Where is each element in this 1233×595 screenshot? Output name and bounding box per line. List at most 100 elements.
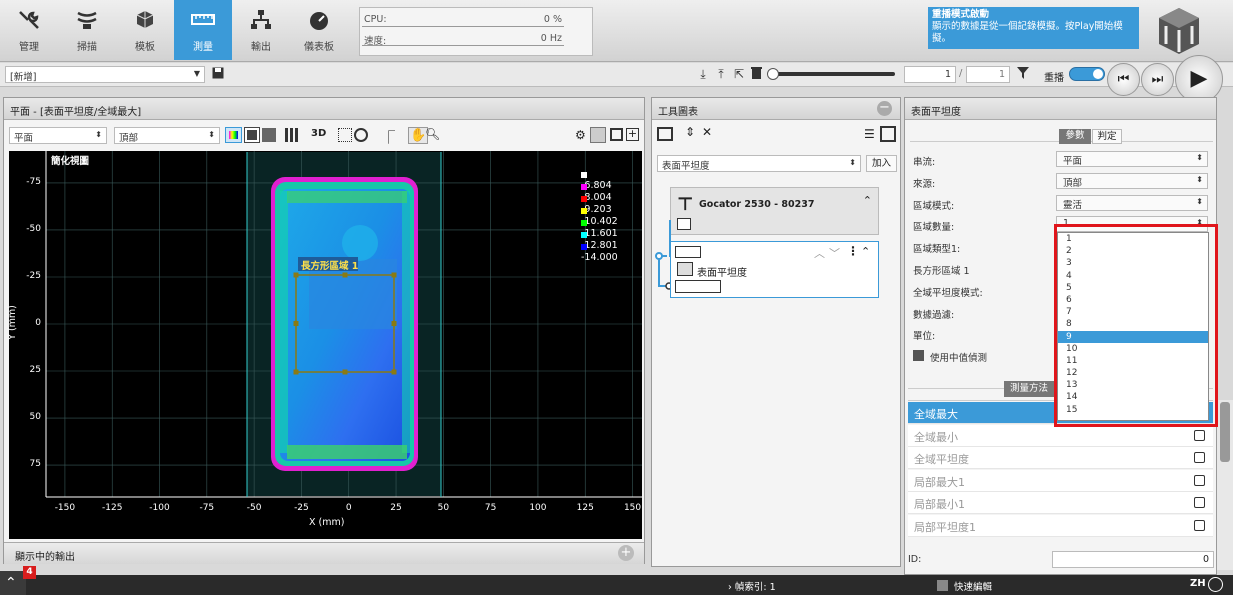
measurement-checkbox[interactable] xyxy=(1194,429,1205,441)
settings-wheel-icon[interactable] xyxy=(354,128,368,142)
measurement-checkbox[interactable] xyxy=(1194,474,1205,486)
chevron-down-icon: ⬍ xyxy=(1196,196,1203,206)
property-select[interactable]: 平面 ⬍ xyxy=(1056,151,1208,167)
flatness-tool-node[interactable]: 表面平坦度 ︿ ﹀ ⋮ ⌃ xyxy=(670,241,879,298)
add-tool-button[interactable]: 加入 xyxy=(866,155,897,172)
scan-icon xyxy=(77,11,97,29)
legend-swatch xyxy=(581,207,587,214)
replay-toggle[interactable] xyxy=(1069,67,1105,81)
measurement-item[interactable]: 局部平坦度1 xyxy=(908,515,1213,537)
measurement-checkbox[interactable] xyxy=(1194,497,1205,509)
props-panel-header: 表面平坦度 xyxy=(905,98,1216,120)
job-select[interactable]: [新增] ▼ xyxy=(5,66,205,83)
save-icon[interactable] xyxy=(211,67,225,81)
region-handle[interactable] xyxy=(342,272,348,278)
view-select[interactable]: 平面 ⬍ xyxy=(9,127,107,144)
expand-all-icon[interactable]: ⇕ xyxy=(685,125,695,139)
nav-label: 模板 xyxy=(135,42,155,53)
fit-view-icon[interactable] xyxy=(590,127,606,143)
id-input[interactable]: 0 xyxy=(1052,551,1214,568)
language-label[interactable]: ZH xyxy=(1190,578,1206,589)
property-select[interactable]: 頂部 ⬍ xyxy=(1056,172,1208,189)
filter-icon[interactable] xyxy=(1016,67,1030,81)
measurement-item[interactable]: 局部最大1 xyxy=(908,469,1213,492)
property-label: 全域平坦度模式: xyxy=(913,287,983,299)
notification-badge[interactable]: 4 xyxy=(23,566,36,579)
tab-decision[interactable]: 判定 xyxy=(1092,129,1122,144)
region-handle[interactable] xyxy=(293,369,299,375)
upload-icon[interactable]: ⤒ xyxy=(714,67,728,81)
frame-current-input[interactable]: 1 xyxy=(904,66,956,83)
grid-view-icon[interactable] xyxy=(285,128,299,142)
zoom-icon[interactable]: 🔍︎ xyxy=(425,127,440,141)
previous-frame-button[interactable]: ⏮ xyxy=(1107,63,1140,96)
move-down-icon[interactable]: ﹀ xyxy=(829,245,840,261)
quick-edit-checkbox[interactable] xyxy=(937,580,948,591)
props-scrollbar[interactable] xyxy=(1217,400,1233,570)
detail-view-icon[interactable] xyxy=(880,126,896,142)
playback-slider[interactable] xyxy=(767,68,895,80)
export-icon[interactable]: ⇱ xyxy=(732,67,746,81)
trash-icon[interactable] xyxy=(749,67,763,81)
view-select-value: 平面 xyxy=(14,133,34,144)
intensity-view-button[interactable] xyxy=(244,127,260,143)
nav-measure[interactable]: 測量 xyxy=(174,0,232,60)
region-handle[interactable] xyxy=(293,272,299,278)
overlay-view-button[interactable] xyxy=(262,128,276,142)
window-icon[interactable] xyxy=(610,128,623,141)
nav-template[interactable]: 模板 xyxy=(116,0,174,60)
sensor-icon: ⊤ xyxy=(677,194,694,215)
expand-icon[interactable]: + xyxy=(626,128,639,141)
chevron-down-icon: ▼ xyxy=(193,69,200,78)
node-collapse-icon[interactable]: ⌃ xyxy=(861,245,870,258)
list-view-icon[interactable]: ☰ xyxy=(864,127,875,141)
region-handle[interactable] xyxy=(391,321,397,326)
measurement-item[interactable]: 局部最小1 xyxy=(908,492,1213,515)
heightmap-view-button[interactable] xyxy=(225,127,242,143)
tab-params[interactable]: 參數 xyxy=(1059,129,1091,144)
output-footer: 顯示中的輸出 + xyxy=(4,542,644,564)
tool-type-select[interactable]: 表面平坦度 ⬍ xyxy=(657,155,861,172)
play-button[interactable]: ▶ xyxy=(1175,55,1223,103)
x-tick-label: 25 xyxy=(390,503,402,513)
download-icon[interactable]: ⤓ xyxy=(696,67,710,81)
profile-tool-icon[interactable]: ⎾ xyxy=(382,127,395,146)
property-value: 靈活 xyxy=(1063,199,1083,211)
next-frame-button[interactable]: ⏭ xyxy=(1141,63,1174,96)
nav-label: 掃描 xyxy=(77,42,97,53)
legend-swatch xyxy=(581,195,587,202)
nav-output[interactable]: 輸出 xyxy=(232,0,290,60)
gear-icon[interactable]: ⚙ xyxy=(575,128,586,142)
nav-scan[interactable]: 掃描 xyxy=(58,0,116,60)
measurement-checkbox[interactable] xyxy=(1194,520,1205,531)
source-select[interactable]: 頂部 ⬍ xyxy=(114,127,220,144)
median-checkbox[interactable] xyxy=(913,350,924,361)
sensor-node[interactable]: ⊤ Gocator 2530 - 80237 ⌃ xyxy=(670,187,879,235)
region-handle[interactable] xyxy=(391,272,397,278)
region-handle[interactable] xyxy=(342,369,348,375)
collapse-all-icon[interactable]: ✕ xyxy=(702,125,712,139)
add-output-icon[interactable]: + xyxy=(618,545,634,561)
tree-view-icon[interactable] xyxy=(657,127,673,141)
y-tick-label: 25 xyxy=(29,365,41,375)
x-tick-label: -50 xyxy=(246,503,262,513)
nav-manage[interactable]: 管理 xyxy=(0,0,58,60)
heightmap-plot[interactable]: 簡化視圖 長方形區域 1 -6.804 -8.004 -9.203 -10.402 -1… xyxy=(7,151,642,539)
region-handle[interactable] xyxy=(391,369,397,375)
collapse-icon[interactable]: − xyxy=(877,101,892,116)
logo-icon xyxy=(1159,8,1199,54)
property-select[interactable]: 靈活 ⬍ xyxy=(1056,194,1208,211)
nav-dashboard[interactable]: 儀表板 xyxy=(290,0,348,60)
measurement-item[interactable]: 全域最小 xyxy=(908,424,1213,447)
grid-toggle-icon[interactable] xyxy=(338,128,352,142)
measurement-checkbox[interactable] xyxy=(1194,452,1205,464)
measurement-item[interactable]: 全域平坦度 xyxy=(908,447,1213,470)
phone-edge-bottom xyxy=(287,445,407,459)
globe-icon[interactable] xyxy=(1208,577,1223,592)
region-handle[interactable] xyxy=(293,321,299,326)
view-3d-button[interactable]: 3D xyxy=(311,128,326,139)
more-options-icon[interactable]: ⋮ xyxy=(847,244,859,258)
sensor-expand-icon[interactable]: ⌃ xyxy=(863,194,872,207)
move-up-icon[interactable]: ︿ xyxy=(814,245,825,261)
slider-handle[interactable] xyxy=(767,68,779,80)
